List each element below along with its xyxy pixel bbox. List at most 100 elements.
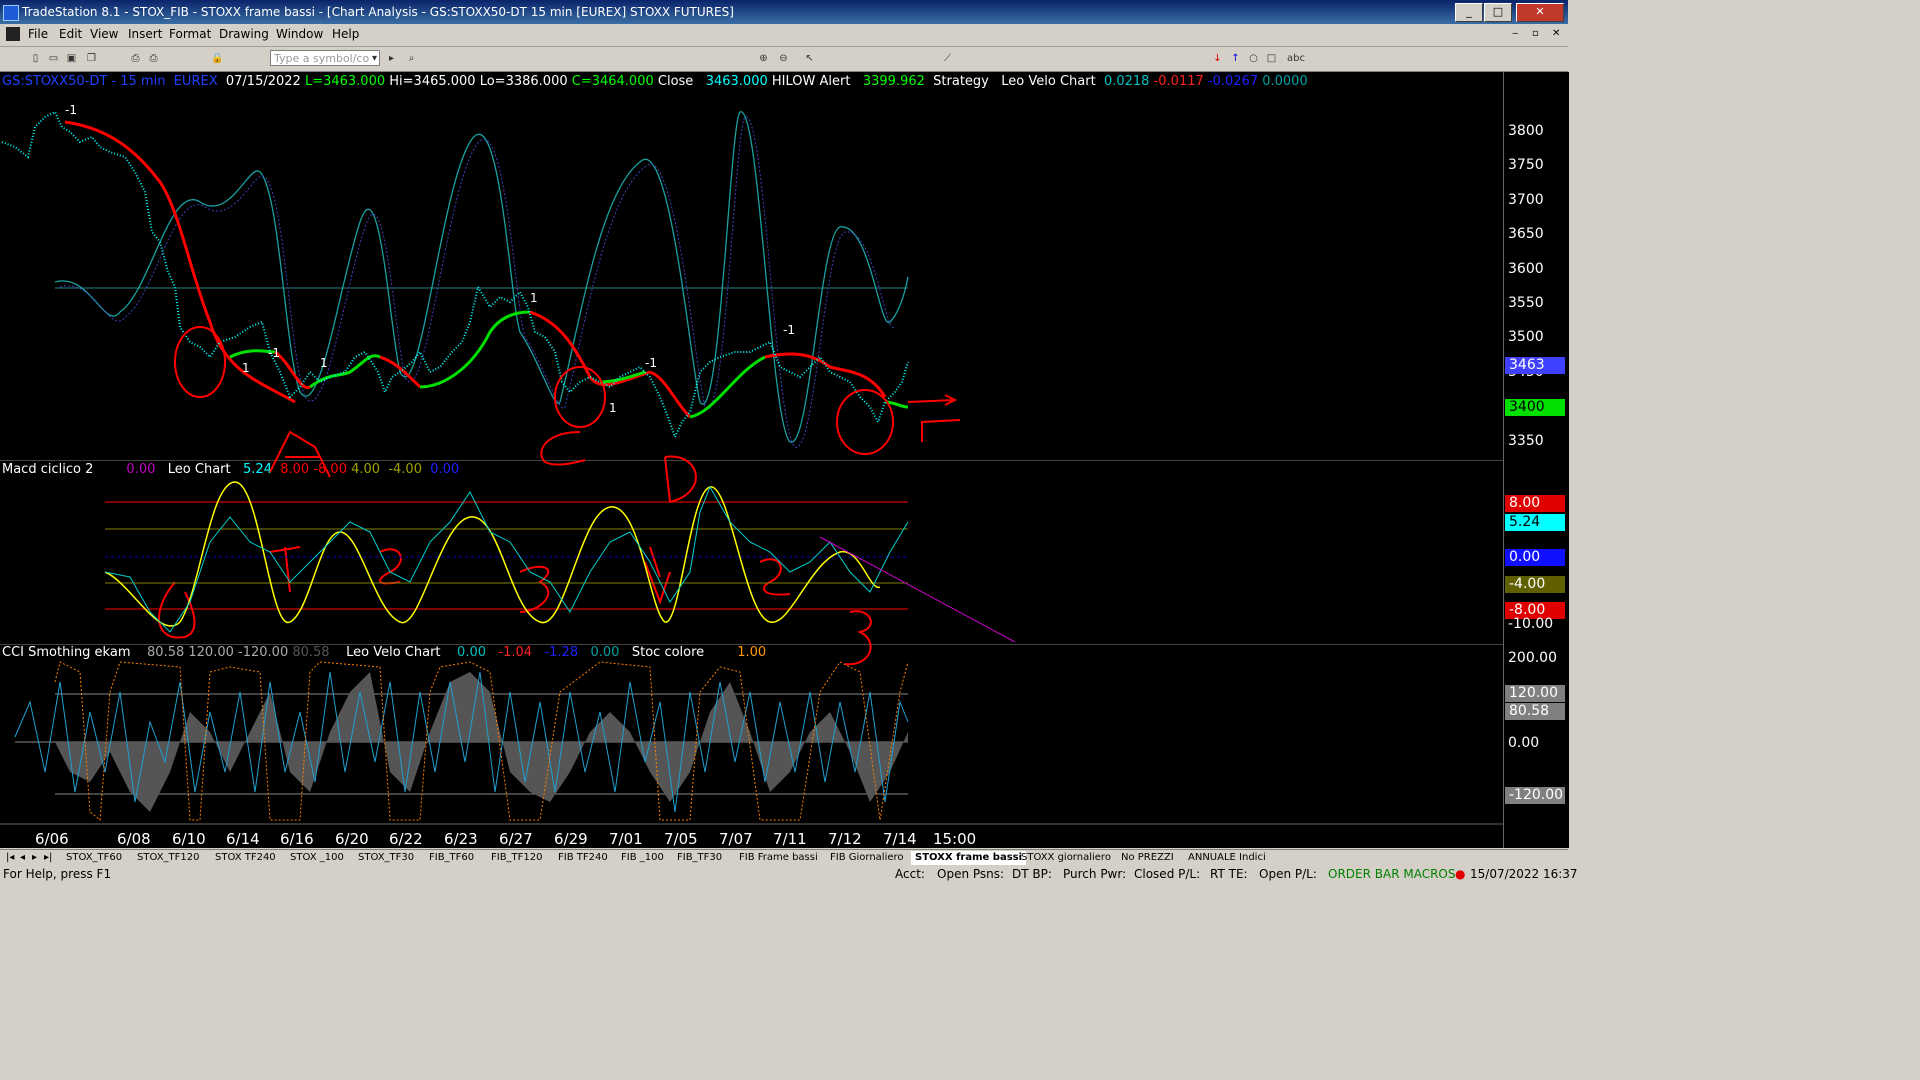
price-tick-3700: 3700 <box>1508 192 1544 208</box>
menu-bar: File Edit View Insert Format Drawing Win… <box>0 24 1568 47</box>
close-button[interactable]: ✕ <box>1516 3 1564 22</box>
x-tick-0: 6/06 <box>35 830 69 848</box>
print-preview-icon[interactable]: ⎙ <box>146 51 161 66</box>
symbol-input[interactable]: Type a symbol/co <box>270 50 380 66</box>
find-icon[interactable]: ⌕ <box>404 51 419 66</box>
tab-stox-tf60[interactable]: STOX_TF60 <box>62 851 126 865</box>
new-icon[interactable]: ▯ <box>28 51 43 66</box>
x-tick-9: 6/29 <box>554 830 588 848</box>
chart-svg[interactable]: -1 -1 -1 -1 1 1 1 1 6/06 6/08 6/10 6/14 … <box>0 72 1503 848</box>
tab-fib-giornaliero[interactable]: FIB Giornaliero <box>826 851 908 865</box>
zoom-out-icon[interactable]: ⊖ <box>776 51 791 66</box>
ellipse-icon[interactable]: ○ <box>1246 51 1261 66</box>
tab-fib-tf240[interactable]: FIB TF240 <box>554 851 612 865</box>
tab-fib-tf30[interactable]: FIB_TF30 <box>673 851 726 865</box>
macd-yellow <box>104 481 881 627</box>
menu-format[interactable]: Format <box>169 27 211 41</box>
tab-fib-tf120[interactable]: FIB_TF120 <box>487 851 547 865</box>
down-arrow-icon[interactable]: ↓ <box>1210 51 1225 66</box>
maximize-button[interactable]: □ <box>1484 3 1512 22</box>
save-icon[interactable]: ▣ <box>64 51 79 66</box>
macd-cyan <box>104 485 909 633</box>
status-rt: RT TE: <box>1210 867 1248 881</box>
macd-trendline-magenta <box>819 536 1016 643</box>
copy-icon[interactable]: ❐ <box>84 51 99 66</box>
macd-badge-524: 5.24 <box>1505 514 1565 531</box>
cci-tick-200: 200.00 <box>1508 650 1557 666</box>
cci-badge-8058: 80.58 <box>1505 703 1565 720</box>
hilow-red-line <box>64 120 296 404</box>
mdi-minimize-button[interactable]: ‒ <box>1512 28 1518 39</box>
annotation-p1c: 1 <box>530 291 538 305</box>
last-price-badge: 3463 <box>1505 357 1565 374</box>
menu-edit[interactable]: Edit <box>59 27 82 41</box>
hilow-green-line-3 <box>419 310 531 389</box>
symbol-dropdown-icon[interactable]: ▾ <box>367 51 382 66</box>
tab-stoxx-giornaliero[interactable]: STOXX giornaliero <box>1017 851 1115 865</box>
tab-fib-tf60[interactable]: FIB_TF60 <box>425 851 478 865</box>
tab-stox-tf30[interactable]: STOX_TF30 <box>354 851 418 865</box>
annotation-m1d: -1 <box>783 323 795 337</box>
cycle-oscillator-blue <box>59 116 896 448</box>
tab-annuale-indici[interactable]: ANNUALE Indici <box>1184 851 1270 865</box>
menu-help[interactable]: Help <box>332 27 359 41</box>
annotation-p1d: 1 <box>609 401 617 415</box>
x-tick-13: 7/11 <box>773 830 807 848</box>
trendline-icon[interactable]: ⟋ <box>940 51 955 66</box>
hilow-red-line-4 <box>529 310 651 387</box>
tab-stoxx-frame-bassi[interactable]: STOXX frame bassi <box>911 851 1027 865</box>
status-purch: Purch Pwr: <box>1063 867 1127 881</box>
pointer-icon[interactable]: ↖ <box>802 51 817 66</box>
go-arrow-icon[interactable]: ▸ <box>384 51 399 66</box>
tab-nav-last[interactable]: ▸| <box>40 851 56 865</box>
x-axis: 6/06 6/08 6/10 6/14 6/16 6/20 6/22 6/23 … <box>35 830 976 848</box>
annotation-m1a: -1 <box>65 103 77 117</box>
rectangle-icon[interactable]: □ <box>1264 51 1279 66</box>
menu-window[interactable]: Window <box>276 27 323 41</box>
x-tick-11: 7/05 <box>664 830 698 848</box>
minimize-button[interactable]: _ <box>1455 3 1483 22</box>
mdi-close-button[interactable]: ✕ <box>1552 28 1560 39</box>
menu-insert[interactable]: Insert <box>128 27 162 41</box>
tab-no-prezzi[interactable]: No PREZZI <box>1117 851 1178 865</box>
print-icon[interactable]: ⎙ <box>128 51 143 66</box>
annotation-p1b: 1 <box>320 356 328 370</box>
annotation-p1a: 1 <box>242 361 250 375</box>
status-closed: Closed P/L: <box>1134 867 1201 881</box>
open-icon[interactable]: ▭ <box>46 51 61 66</box>
tab-stox-tf120[interactable]: STOX_TF120 <box>133 851 204 865</box>
x-tick-14: 7/12 <box>828 830 862 848</box>
text-tool-icon[interactable]: abc <box>1284 51 1308 66</box>
status-acct: Acct: <box>895 867 925 881</box>
x-tick-4: 6/16 <box>280 830 314 848</box>
status-open-psns: Open Psns: <box>937 867 1005 881</box>
hilow-price-badge: 3400 <box>1505 399 1565 416</box>
up-arrow-icon[interactable]: ↑ <box>1228 51 1243 66</box>
toolbar: ▯ ▭ ▣ ❐ ⎙ ⎙ 🔒 Type a symbol/co ▾ ▸ ⌕ ⊕ ⊖… <box>0 47 1568 72</box>
tab-fib-100[interactable]: FIB _100 <box>617 851 668 865</box>
zoom-in-icon[interactable]: ⊕ <box>756 51 771 66</box>
lock-icon[interactable]: 🔒 <box>210 51 225 66</box>
x-tick-16: 15:00 <box>933 830 976 848</box>
price-axis <box>1503 72 1569 848</box>
price-tick-3650: 3650 <box>1508 226 1544 242</box>
tab-fib-frame-bassi[interactable]: FIB Frame bassi <box>735 851 822 865</box>
mdi-restore-button[interactable]: ▫ <box>1532 28 1539 39</box>
tab-stox-tf240[interactable]: STOX TF240 <box>211 851 280 865</box>
menu-view[interactable]: View <box>90 27 118 41</box>
x-tick-15: 7/14 <box>883 830 917 848</box>
status-macros[interactable]: ORDER BAR MACROS <box>1328 866 1455 882</box>
tab-stox-100[interactable]: STOX _100 <box>286 851 348 865</box>
x-tick-6: 6/22 <box>389 830 423 848</box>
menu-drawing[interactable]: Drawing <box>219 27 269 41</box>
status-datetime: 15/07/2022 16:37 <box>1470 867 1578 881</box>
macd-badge-0: 0.00 <box>1505 549 1565 566</box>
x-tick-10: 7/01 <box>609 830 643 848</box>
x-tick-1: 6/08 <box>117 830 151 848</box>
status-record-icon: ● <box>1455 867 1466 881</box>
status-help: For Help, press F1 <box>3 867 112 881</box>
annotation-m1b: -1 <box>268 346 280 360</box>
app-menu-icon[interactable] <box>6 27 20 41</box>
menu-file[interactable]: File <box>28 27 48 41</box>
cci-badge-m120: -120.00 <box>1505 787 1565 804</box>
